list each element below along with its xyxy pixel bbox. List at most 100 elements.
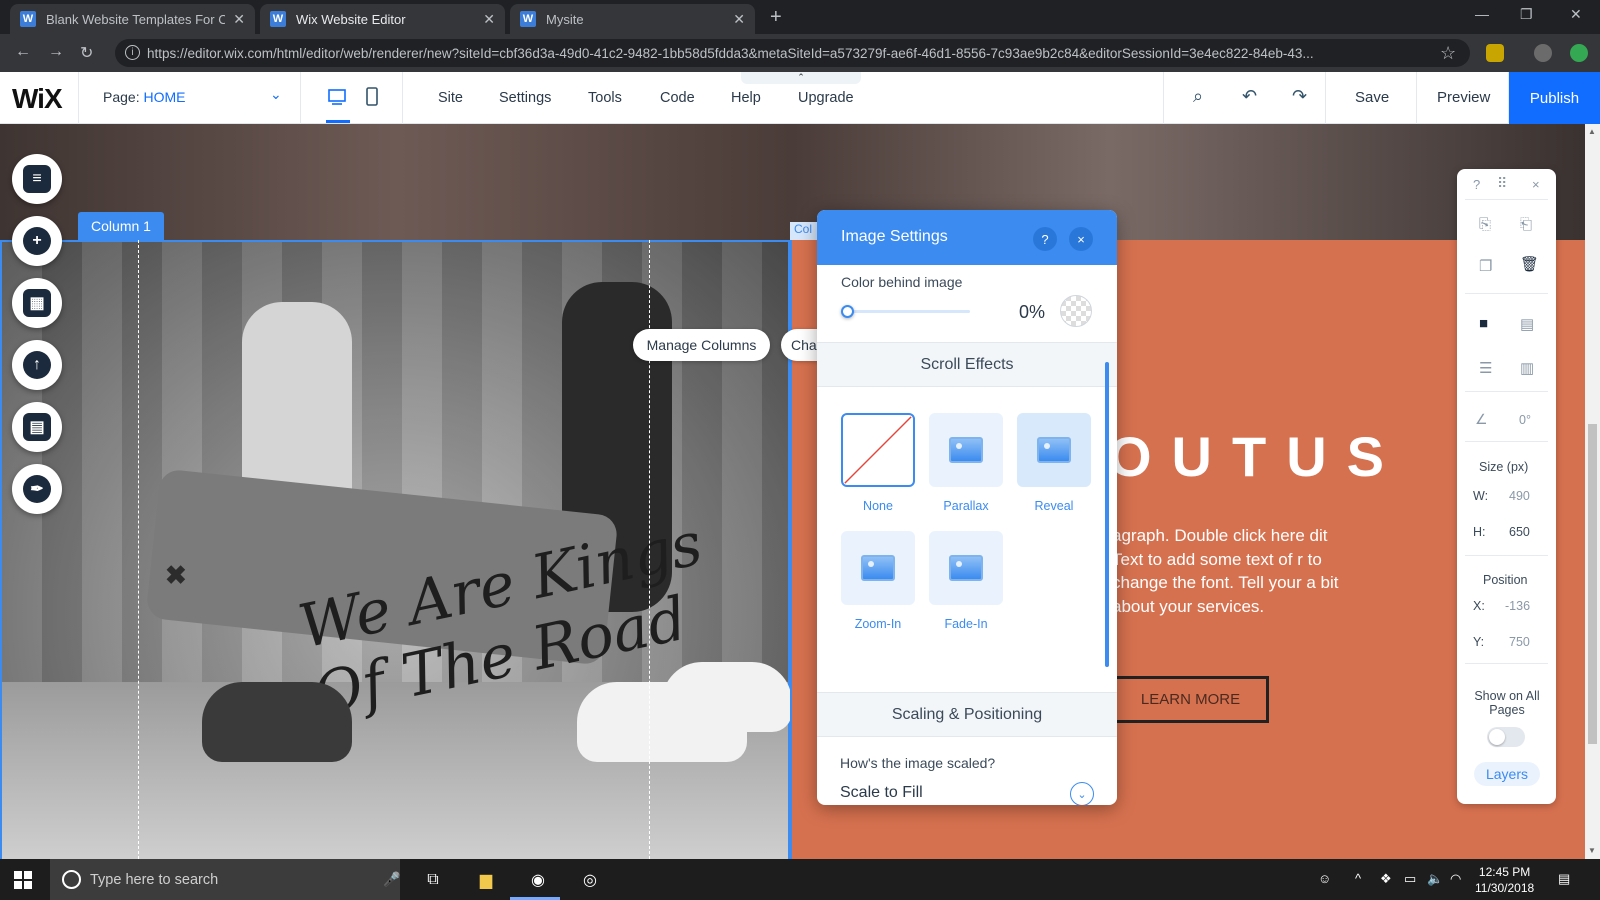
browser-tab-active[interactable]: W Wix Website Editor ✕ (260, 4, 505, 34)
duplicate-icon[interactable]: ❐ (1479, 257, 1492, 275)
help-icon[interactable]: ? (1473, 177, 1480, 192)
menu-tools[interactable]: Tools (588, 90, 622, 106)
effect-zoom-in[interactable]: Zoom-In (841, 531, 915, 631)
width-value[interactable]: 490 (1509, 489, 1530, 503)
sync-icon[interactable] (1570, 44, 1588, 62)
wifi-icon[interactable]: ◠ (1450, 871, 1461, 887)
menu-site[interactable]: Site (438, 90, 463, 106)
page-scrollbar[interactable]: ▲ ▼ (1585, 124, 1600, 859)
restore-icon[interactable]: ❐ (1520, 6, 1533, 23)
site-info-icon[interactable]: i (125, 45, 140, 60)
menu-upgrade[interactable]: Upgrade (798, 90, 854, 106)
minimize-icon[interactable]: — (1475, 6, 1489, 22)
opacity-slider-thumb[interactable] (841, 305, 854, 318)
media-upload-button[interactable]: ↑ (12, 340, 62, 390)
redo-icon[interactable]: ↷ (1292, 86, 1307, 107)
bookings-button[interactable]: ▤ (12, 402, 62, 452)
about-paragraph[interactable]: agraph. Double click here dit Text to ad… (1112, 524, 1362, 618)
zoom-out-icon[interactable]: ⌕ (1193, 86, 1203, 107)
close-tab-icon[interactable]: ✕ (483, 11, 495, 28)
file-explorer-icon[interactable]: ▆ (473, 867, 499, 893)
rotation-value[interactable]: 0° (1519, 413, 1531, 427)
add-button[interactable]: + (12, 216, 62, 266)
undo-icon[interactable]: ↶ (1242, 86, 1257, 107)
editor-canvas[interactable]: We Are Kings Of The Road ✖ Column 1 Col … (0, 124, 1585, 859)
effect-reveal[interactable]: Reveal (1017, 413, 1091, 513)
scrollbar-thumb[interactable] (1588, 424, 1597, 744)
manage-columns-button[interactable]: Manage Columns (633, 329, 770, 361)
forward-icon[interactable]: → (48, 43, 64, 61)
layers-button[interactable]: Layers (1474, 762, 1540, 786)
align-icon[interactable]: ▤ (1520, 315, 1534, 333)
people-icon[interactable]: ☺ (1318, 871, 1331, 886)
color-picker-swatch[interactable] (1060, 295, 1092, 327)
add-apps-button[interactable]: ▦ (12, 278, 62, 328)
effect-none[interactable]: None (841, 413, 915, 513)
menu-settings[interactable]: Settings (499, 90, 551, 106)
column-1-tag[interactable]: Column 1 (78, 212, 164, 240)
arrange-icon[interactable]: ■ (1479, 315, 1488, 332)
learn-more-button[interactable]: LEARN MORE (1112, 676, 1269, 723)
bookmark-star-icon[interactable]: ☆ (1440, 43, 1456, 64)
save-button[interactable]: Save (1355, 89, 1389, 106)
effect-parallax[interactable]: Parallax (929, 413, 1003, 513)
menu-help[interactable]: Help (731, 90, 761, 106)
chrome-icon[interactable]: ◉ (525, 867, 551, 893)
url-input[interactable]: i https://editor.wix.com/html/editor/web… (115, 39, 1470, 67)
copy-icon[interactable]: ⎘ (1479, 216, 1491, 233)
about-us-heading[interactable]: OUTUS (1108, 424, 1404, 489)
publish-button[interactable]: Publish (1509, 72, 1600, 124)
taskbar-search-input[interactable]: Type here to search 🎤 (50, 859, 400, 900)
notifications-icon[interactable]: ▤ (1558, 871, 1570, 887)
y-value[interactable]: 750 (1509, 635, 1530, 649)
column-2-tag[interactable]: Col (790, 222, 820, 240)
close-icon[interactable]: × (1532, 177, 1540, 192)
microphone-icon[interactable]: 🎤 (383, 871, 400, 888)
system-clock[interactable]: 12:45 PM 11/30/2018 (1475, 864, 1534, 896)
show-all-pages-toggle[interactable] (1487, 727, 1525, 747)
dropbox-icon[interactable]: ❖ (1380, 871, 1392, 887)
scroll-down-icon[interactable]: ▼ (1588, 846, 1596, 855)
page-selector[interactable]: Page: HOME (103, 89, 185, 105)
reload-icon[interactable]: ↻ (80, 43, 93, 63)
paste-icon[interactable]: ⎗ (1520, 216, 1532, 233)
volume-icon[interactable]: 🔈 (1427, 871, 1443, 887)
height-value[interactable]: 650 (1509, 525, 1530, 539)
blog-button[interactable]: ✒ (12, 464, 62, 514)
opacity-value[interactable]: 0% (1019, 302, 1045, 323)
pages-menu-button[interactable]: ≡ (12, 154, 62, 204)
task-view-icon[interactable]: ⧉ (420, 867, 446, 893)
close-icon[interactable]: × (1069, 227, 1093, 251)
chevron-down-icon[interactable]: ⌄ (270, 86, 282, 103)
windows-start-icon[interactable] (14, 871, 32, 889)
browser-tab[interactable]: W Blank Website Templates For Cre ✕ (10, 4, 255, 34)
preview-button[interactable]: Preview (1437, 89, 1490, 106)
distribute-icon[interactable]: ☰ (1479, 359, 1492, 377)
menu-code[interactable]: Code (660, 90, 695, 106)
mobile-view-icon[interactable] (363, 86, 381, 108)
x-value[interactable]: -136 (1505, 599, 1530, 613)
profile-avatar[interactable] (1534, 44, 1552, 62)
hide-toolbar-tab[interactable]: ⌃ (741, 72, 861, 84)
new-tab-icon[interactable]: + (770, 6, 782, 29)
close-tab-icon[interactable]: ✕ (233, 11, 245, 28)
back-icon[interactable]: ← (15, 43, 31, 61)
desktop-view-icon[interactable] (328, 86, 346, 108)
battery-icon[interactable]: ▭ (1404, 871, 1416, 887)
scaling-positioning-header[interactable]: Scaling & Positioning (817, 692, 1117, 737)
close-tab-icon[interactable]: ✕ (733, 11, 745, 28)
help-icon[interactable]: ? (1033, 227, 1057, 251)
scaling-dropdown-value[interactable]: Scale to Fill (840, 784, 923, 802)
delete-icon[interactable]: 🗑 (1520, 255, 1539, 273)
drag-handle-icon[interactable]: ⠿ (1497, 175, 1507, 192)
effect-fade-in[interactable]: Fade-In (929, 531, 1003, 631)
window-close-icon[interactable]: ✕ (1570, 6, 1582, 23)
obs-icon[interactable]: ◎ (577, 867, 603, 893)
panel-scrollbar[interactable] (1105, 362, 1109, 667)
match-size-icon[interactable]: ▥ (1520, 359, 1534, 377)
chevron-down-icon[interactable]: ⌄ (1070, 782, 1094, 805)
browser-tab[interactable]: W Mysite ✕ (510, 4, 755, 34)
opacity-slider-track[interactable] (845, 310, 970, 313)
tray-expand-icon[interactable]: ^ (1355, 871, 1361, 886)
scroll-up-icon[interactable]: ▲ (1588, 127, 1596, 136)
